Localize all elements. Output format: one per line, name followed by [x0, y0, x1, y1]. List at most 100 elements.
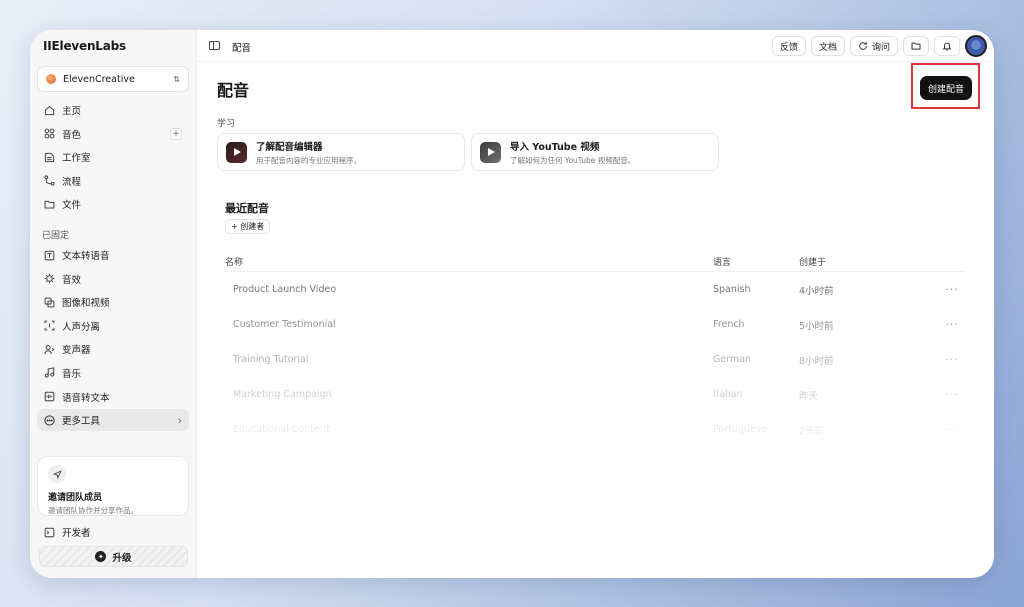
sound-effects-icon: [44, 273, 55, 284]
voice-changer-icon: [44, 344, 55, 355]
app-logo[interactable]: IIElevenLabs: [43, 39, 126, 53]
sidebar-toggle-icon[interactable]: [209, 41, 220, 50]
table-row[interactable]: Customer Testimonial French 5小时前 ···: [225, 307, 965, 342]
create-dub-button[interactable]: 创建配音: [920, 76, 972, 100]
row-name: Educational Content: [233, 424, 330, 435]
recent-dubs-title: 最近配音: [225, 202, 269, 215]
play-thumbnail-icon: [480, 141, 501, 163]
chevron-updown-icon: ⇅: [173, 74, 180, 84]
table-row[interactable]: Marketing Campaign Italian 昨天 ···: [225, 377, 965, 412]
sidebar-item-flow[interactable]: 流程: [37, 170, 189, 192]
main-nav: 主页 音色 + 工作室 流程 文件: [37, 99, 189, 217]
feedback-button[interactable]: 反馈: [771, 36, 806, 56]
table-row[interactable]: Training Tutorial German 8小时前 ···: [225, 342, 965, 377]
breadcrumb: 配音: [232, 43, 252, 54]
user-avatar[interactable]: [965, 35, 987, 57]
row-name: Customer Testimonial: [233, 319, 336, 330]
workspace-avatar: [46, 74, 56, 84]
row-name: Product Launch Video: [233, 284, 337, 295]
bell-icon: [942, 41, 952, 51]
sidebar-item-studio[interactable]: 工作室: [37, 146, 189, 168]
upgrade-button[interactable]: ✦ 升级: [39, 546, 188, 567]
column-created[interactable]: 创建于: [799, 255, 939, 268]
invite-subtitle: 邀请团队协作并分享作品。: [48, 506, 138, 515]
learn-card-subtitle: 用于配音内容的专业应用程序。: [256, 155, 361, 165]
sidebar-item-stt[interactable]: 语音转文本: [37, 386, 189, 408]
row-created: 5小时前: [799, 320, 834, 332]
learn-card-dubbing-editor[interactable]: 了解配音编辑器 用于配音内容的专业应用程序。: [217, 133, 465, 171]
chevron-right-icon: ›: [177, 413, 182, 427]
row-language: Italian: [713, 389, 743, 400]
files-button[interactable]: [903, 36, 929, 56]
sidebar-item-label: 文件: [62, 200, 82, 212]
sidebar-item-image-video[interactable]: 图像和视频: [37, 291, 189, 313]
stt-icon: [44, 391, 55, 402]
notifications-button[interactable]: [934, 36, 960, 56]
more-options-icon[interactable]: ···: [939, 423, 965, 436]
row-created: 昨天: [799, 390, 819, 402]
top-actions: 反馈 文档 询问: [771, 35, 987, 57]
sidebar-item-label: 音乐: [62, 368, 82, 380]
row-created: 2天前: [799, 425, 825, 437]
sidebar-item-label: 音色: [62, 129, 82, 141]
sidebar-item-label: 图像和视频: [62, 298, 110, 310]
invite-title: 邀请团队成员: [48, 493, 103, 503]
sidebar-item-files[interactable]: 文件: [37, 193, 189, 215]
docs-button[interactable]: 文档: [810, 36, 845, 56]
row-name: Marketing Campaign: [233, 389, 332, 400]
ask-label: 询问: [871, 42, 890, 53]
terminal-icon: [44, 527, 55, 538]
page-title: 配音: [217, 81, 250, 100]
workspace-selector[interactable]: ElevenCreative ⇅: [37, 66, 189, 92]
row-language: Spanish: [713, 284, 751, 295]
more-options-icon[interactable]: ···: [939, 388, 965, 401]
sidebar-item-label: 更多工具: [62, 416, 101, 428]
sidebar-item-more-tools[interactable]: 更多工具 ›: [37, 409, 189, 432]
sidebar-item-home[interactable]: 主页: [37, 99, 189, 121]
sidebar-item-label: 流程: [62, 176, 82, 188]
creator-filter-chip[interactable]: + 创建者: [225, 219, 271, 234]
table-header: 名称 语言 创建于: [225, 252, 965, 272]
sidebar-item-label: 语音转文本: [62, 392, 110, 404]
sidebar: IIElevenLabs ElevenCreative ⇅ 主页 音色 + 工作…: [30, 30, 197, 578]
table-row[interactable]: Product Launch Video Spanish 4小时前 ···: [225, 272, 965, 307]
sidebar-item-music[interactable]: 音乐: [37, 362, 189, 384]
studio-icon: [44, 152, 55, 163]
sidebar-item-sound-effects[interactable]: 音效: [37, 268, 189, 290]
sidebar-item-label: 主页: [62, 106, 82, 117]
row-language: German: [713, 354, 752, 365]
more-options-icon[interactable]: ···: [939, 283, 965, 296]
column-name[interactable]: 名称: [225, 255, 713, 268]
sidebar-item-voice-changer[interactable]: 变声器: [37, 338, 189, 360]
add-voice-button[interactable]: +: [170, 127, 182, 140]
row-language: Portuguese: [713, 424, 767, 435]
voice-isolation-icon: [44, 320, 55, 331]
column-language[interactable]: 语言: [713, 255, 799, 268]
upgrade-label: 升级: [112, 552, 132, 564]
sidebar-item-voices[interactable]: 音色 +: [37, 123, 189, 145]
home-icon: [44, 105, 55, 116]
table-row[interactable]: Educational Content Portuguese 2天前 ···: [225, 412, 965, 447]
tts-icon: [44, 250, 55, 261]
folder-icon: [911, 41, 921, 51]
sidebar-item-label: 开发者: [62, 528, 91, 539]
image-video-icon: [44, 297, 55, 308]
sidebar-item-label: 文本转语音: [62, 251, 110, 262]
more-options-icon[interactable]: ···: [939, 353, 965, 366]
sidebar-item-voice-isolation[interactable]: 人声分离: [37, 315, 189, 337]
learn-card-youtube-import[interactable]: 导入 YouTube 视频 了解如何为任何 YouTube 视频配音。: [471, 133, 719, 171]
sidebar-item-tts[interactable]: 文本转语音: [37, 244, 189, 266]
more-icon: [44, 415, 55, 426]
pinned-section-label: 已固定: [42, 231, 70, 241]
top-bar: 配音 反馈 文档 询问: [197, 30, 994, 62]
invite-team-card[interactable]: 邀请团队成员 邀请团队协作并分享作品。: [37, 456, 189, 516]
learn-card-title: 了解配音编辑器: [256, 141, 323, 153]
recent-dubs-table: 名称 语言 创建于 Product Launch Video Spanish 4…: [225, 252, 965, 447]
sidebar-item-developer[interactable]: 开发者: [37, 521, 189, 543]
more-options-icon[interactable]: ···: [939, 318, 965, 331]
sidebar-item-label: 人声分离: [62, 321, 101, 333]
voices-icon: [44, 128, 55, 139]
flow-icon: [44, 175, 55, 186]
ask-button[interactable]: 询问: [849, 36, 898, 56]
developer-section: 开发者: [37, 521, 189, 545]
